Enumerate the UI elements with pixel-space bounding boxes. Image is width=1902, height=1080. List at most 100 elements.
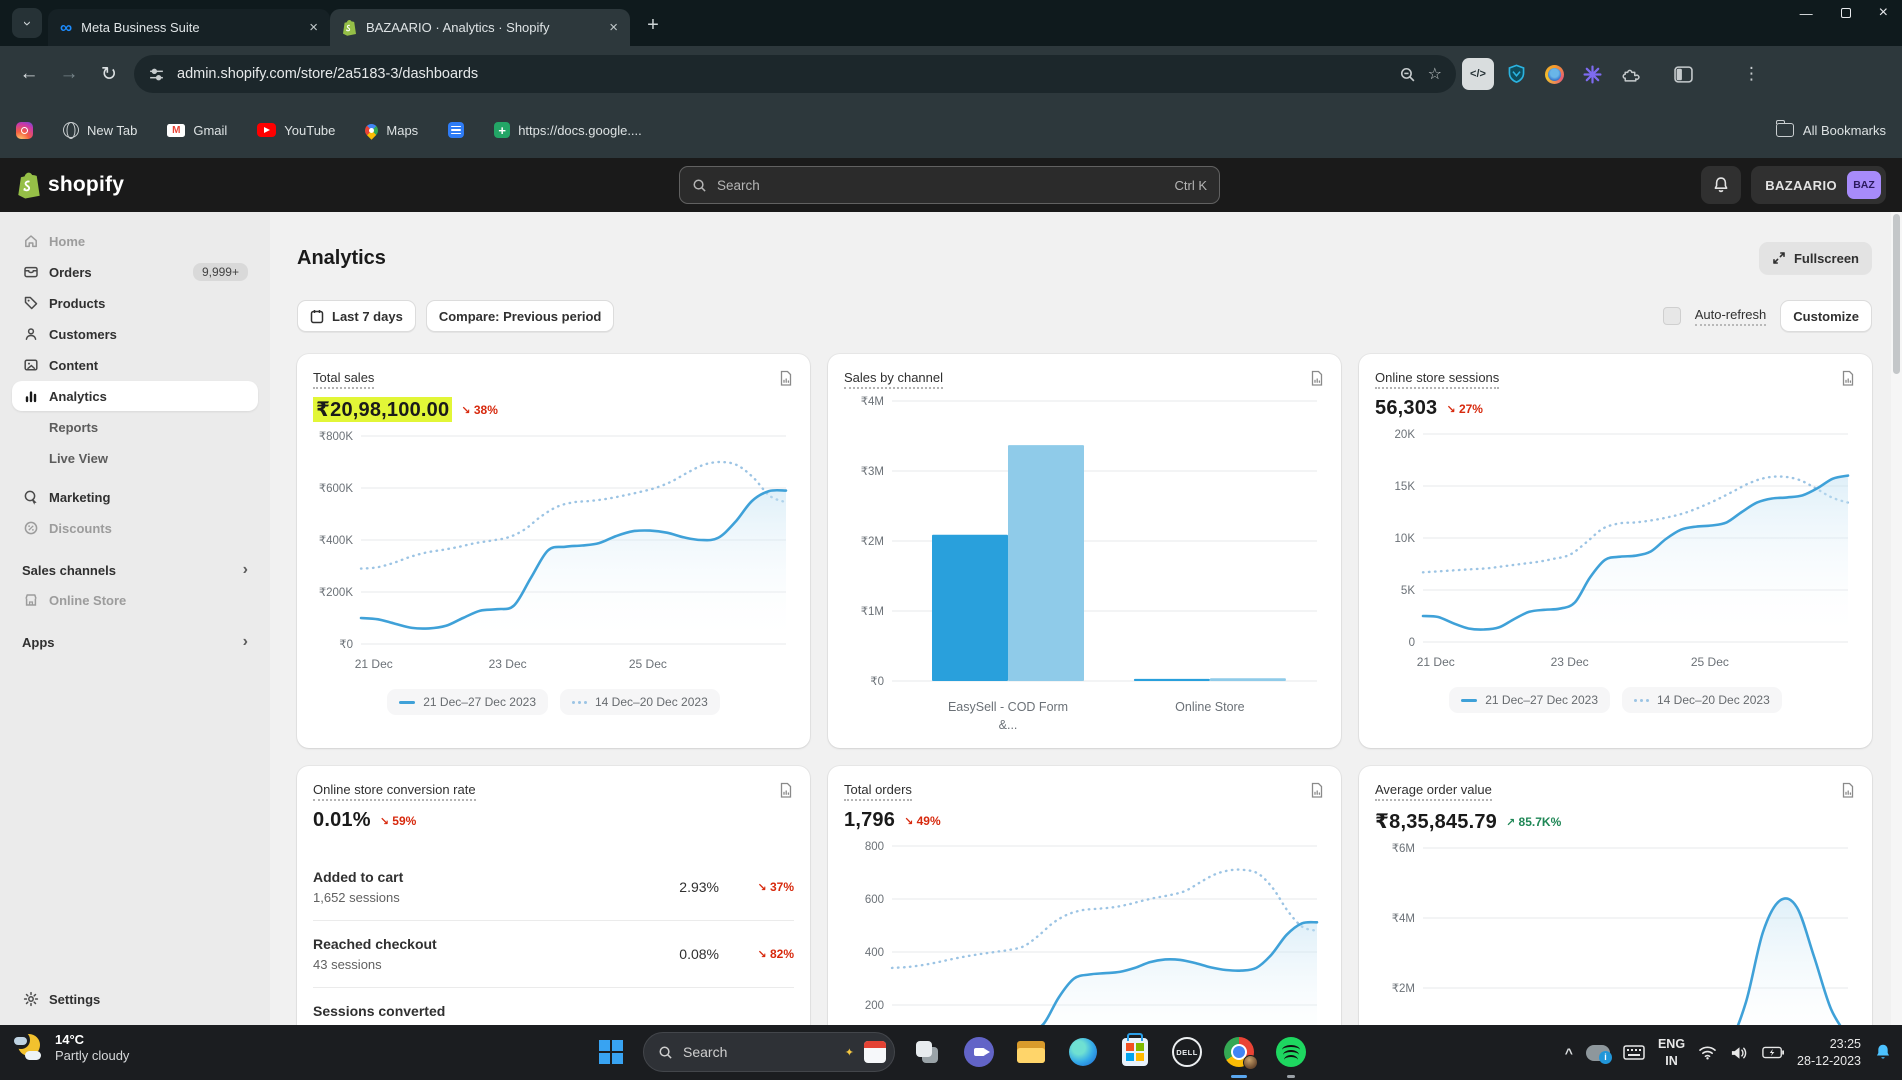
- battery-charging-icon[interactable]: [1762, 1046, 1784, 1059]
- bookmark-doc[interactable]: [448, 122, 464, 138]
- back-button[interactable]: ←: [10, 55, 48, 93]
- zoom-icon[interactable]: [1399, 66, 1416, 83]
- card-title[interactable]: Total orders: [844, 782, 912, 801]
- close-tab-icon[interactable]: ×: [607, 19, 620, 36]
- sidebar-item-orders[interactable]: Orders 9,999+: [12, 257, 258, 287]
- sidebar-item-discounts[interactable]: Discounts: [12, 513, 258, 543]
- start-button[interactable]: [591, 1032, 631, 1072]
- close-tab-icon[interactable]: ×: [307, 19, 320, 36]
- language-indicator[interactable]: ENG IN: [1658, 1036, 1685, 1069]
- onedrive-tray-icon[interactable]: i: [1586, 1045, 1610, 1061]
- browser-menu-icon[interactable]: ⋮: [1739, 64, 1764, 84]
- shopify-logo[interactable]: shopify: [16, 171, 124, 199]
- sidebar-section-apps[interactable]: Apps ›: [12, 627, 258, 657]
- profile-avatar[interactable]: [1705, 58, 1737, 90]
- extension-starburst-icon[interactable]: [1576, 58, 1608, 90]
- tab-shopify-analytics[interactable]: BAZAARIO · Analytics · Shopify ×: [330, 9, 630, 46]
- scrollbar-thumb[interactable]: [1893, 214, 1900, 374]
- touch-keyboard-icon[interactable]: [1623, 1045, 1645, 1060]
- customize-button[interactable]: Customize: [1780, 300, 1872, 332]
- date-range-button[interactable]: Last 7 days: [297, 300, 416, 332]
- analytics-icon: [22, 388, 39, 404]
- bookmark-youtube[interactable]: YouTube: [257, 123, 335, 138]
- sidebar-item-marketing[interactable]: Marketing: [12, 482, 258, 512]
- sidebar-item-reports[interactable]: Reports: [12, 412, 258, 442]
- sidebar-item-analytics[interactable]: Analytics: [12, 381, 258, 411]
- maximize-window-button[interactable]: [1841, 8, 1851, 18]
- change-badge: ↘ 27%: [1446, 402, 1483, 416]
- bookmark-instagram[interactable]: [16, 122, 33, 139]
- sidebar-item-customers[interactable]: Customers: [12, 319, 258, 349]
- new-tab-button[interactable]: +: [638, 10, 668, 40]
- report-icon[interactable]: [1309, 782, 1325, 799]
- bookmark-star-icon[interactable]: ☆: [1428, 64, 1442, 84]
- notifications-button[interactable]: [1701, 166, 1741, 204]
- fullscreen-button[interactable]: Fullscreen: [1759, 242, 1872, 274]
- file-explorer-button[interactable]: [1011, 1032, 1051, 1072]
- report-icon[interactable]: [778, 370, 794, 387]
- extension-circle-icon[interactable]: [1538, 58, 1570, 90]
- taskbar-weather-widget[interactable]: 14°C Partly cloudy: [12, 1031, 129, 1065]
- sidebar-item-products[interactable]: Products: [12, 288, 258, 318]
- dell-app-button[interactable]: DELL: [1167, 1032, 1207, 1072]
- page-scrollbar[interactable]: [1891, 212, 1902, 1025]
- report-icon[interactable]: [1840, 782, 1856, 799]
- volume-icon[interactable]: [1730, 1045, 1749, 1061]
- extension-shield-icon[interactable]: [1500, 58, 1532, 90]
- tab-search-button[interactable]: ›: [12, 8, 42, 38]
- card-title[interactable]: Online store sessions: [1375, 370, 1499, 389]
- spotify-button[interactable]: [1271, 1032, 1311, 1072]
- microsoft-store-button[interactable]: [1115, 1032, 1155, 1072]
- legend-item[interactable]: 21 Dec–27 Dec 2023: [1449, 687, 1610, 713]
- clock[interactable]: 23:25 28-12-2023: [1797, 1036, 1861, 1070]
- card-title[interactable]: Sales by channel: [844, 370, 943, 389]
- site-settings-icon[interactable]: [148, 66, 165, 83]
- sidebar-item-settings[interactable]: Settings: [12, 984, 258, 1014]
- card-title[interactable]: Online store conversion rate: [313, 782, 476, 801]
- side-panel-icon[interactable]: [1667, 58, 1699, 90]
- notification-bell-icon[interactable]: [1874, 1043, 1892, 1062]
- extension-code-icon[interactable]: </>: [1462, 58, 1494, 90]
- store-switcher[interactable]: BAZAARIO BAZ: [1751, 166, 1886, 204]
- url-text[interactable]: admin.shopify.com/store/2a5183-3/dashboa…: [177, 66, 1387, 82]
- search-icon: [692, 178, 707, 193]
- chat-button[interactable]: [959, 1032, 999, 1072]
- tab-meta-business-suite[interactable]: ∞ Meta Business Suite ×: [48, 9, 330, 46]
- reload-button[interactable]: ↻: [90, 55, 128, 93]
- sidebar-item-content[interactable]: Content: [12, 350, 258, 380]
- chrome-button[interactable]: [1219, 1032, 1259, 1072]
- legend-item[interactable]: 14 Dec–20 Dec 2023: [1622, 687, 1782, 713]
- sidebar-item-live-view[interactable]: Live View: [12, 443, 258, 473]
- report-icon[interactable]: [778, 782, 794, 799]
- folder-icon: [1017, 1041, 1045, 1063]
- bookmark-maps[interactable]: Maps: [365, 123, 418, 138]
- bookmark-google-docs[interactable]: https://docs.google....: [494, 122, 642, 138]
- legend-item[interactable]: 14 Dec–20 Dec 2023: [560, 689, 720, 715]
- extensions-puzzle-icon[interactable]: [1614, 58, 1646, 90]
- report-icon[interactable]: [1309, 370, 1325, 387]
- svg-text:₹4M: ₹4M: [1392, 913, 1415, 925]
- tray-overflow-chevron[interactable]: ^: [1565, 1045, 1573, 1061]
- admin-search-bar[interactable]: Search Ctrl K: [679, 166, 1220, 204]
- sidebar-item-online-store[interactable]: Online Store: [12, 585, 258, 615]
- taskbar-search[interactable]: Search ✦: [643, 1032, 895, 1072]
- edge-button[interactable]: [1063, 1032, 1103, 1072]
- address-bar[interactable]: admin.shopify.com/store/2a5183-3/dashboa…: [134, 55, 1456, 93]
- close-window-button[interactable]: ×: [1879, 4, 1888, 22]
- all-bookmarks-button[interactable]: All Bookmarks: [1766, 119, 1886, 141]
- minimize-window-button[interactable]: —: [1800, 6, 1813, 21]
- forward-button[interactable]: →: [50, 55, 88, 93]
- svg-text:20K: 20K: [1395, 429, 1416, 441]
- bookmark-gmail[interactable]: MGmail: [167, 123, 227, 138]
- card-title[interactable]: Average order value: [1375, 782, 1492, 801]
- bookmark-new-tab[interactable]: New Tab: [63, 122, 137, 138]
- legend-item[interactable]: 21 Dec–27 Dec 2023: [387, 689, 548, 715]
- wifi-icon[interactable]: [1698, 1045, 1717, 1060]
- sidebar-item-home[interactable]: Home: [12, 226, 258, 256]
- auto-refresh-checkbox[interactable]: [1663, 307, 1681, 325]
- sidebar-section-sales-channels[interactable]: Sales channels ›: [12, 555, 258, 585]
- card-title[interactable]: Total sales: [313, 370, 374, 389]
- compare-button[interactable]: Compare: Previous period: [426, 300, 615, 332]
- task-view-button[interactable]: [907, 1032, 947, 1072]
- report-icon[interactable]: [1840, 370, 1856, 387]
